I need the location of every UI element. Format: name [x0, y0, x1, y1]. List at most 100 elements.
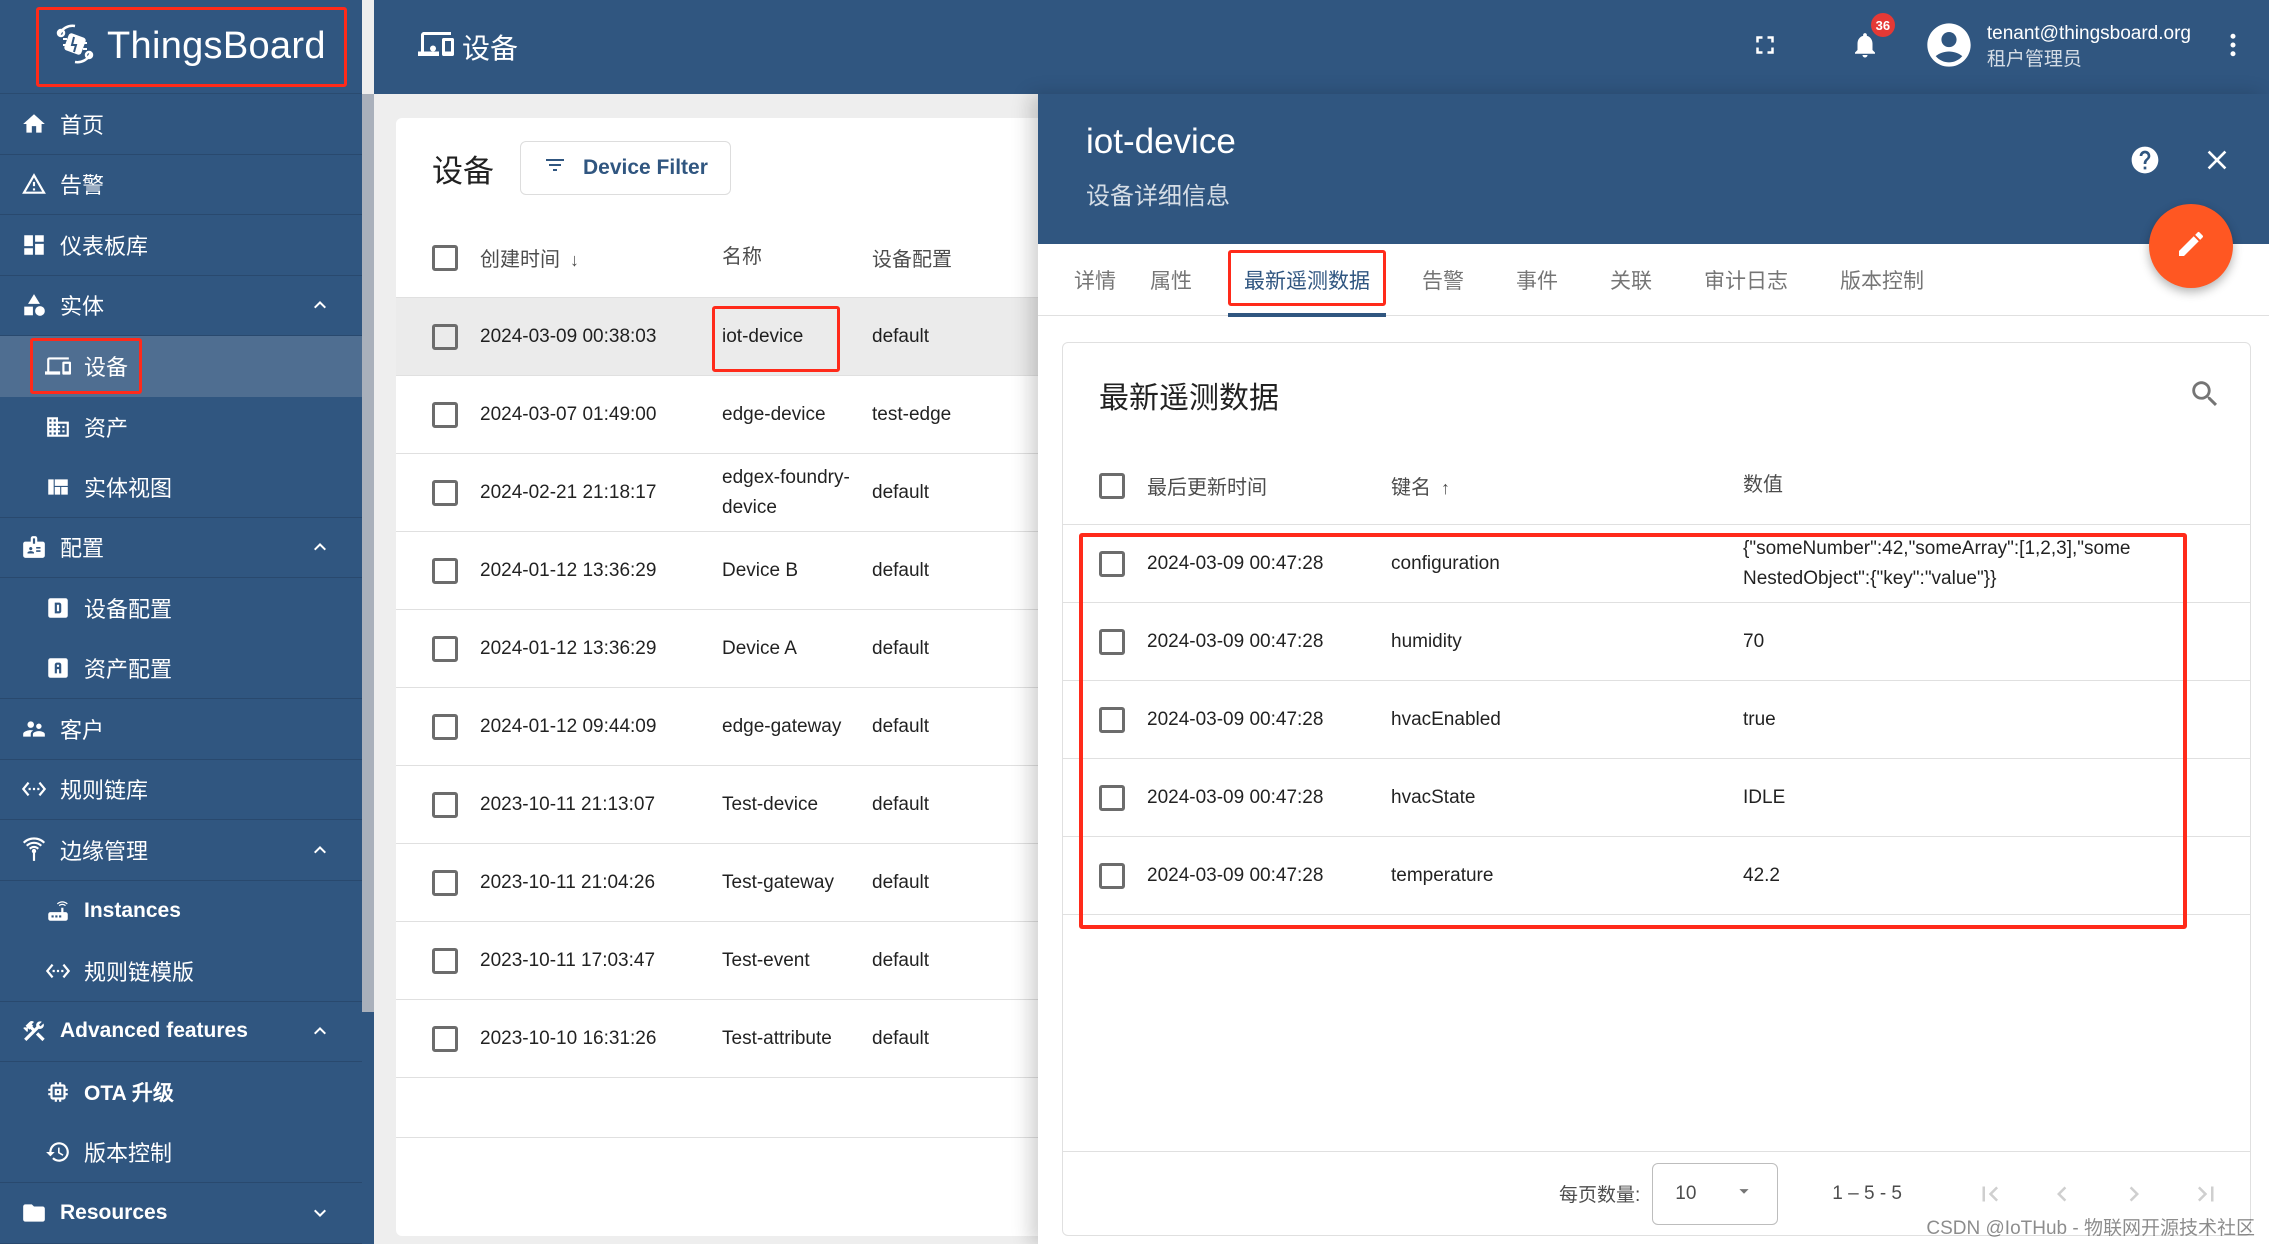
edit-button[interactable] — [2149, 204, 2233, 288]
row-checkbox[interactable] — [432, 791, 458, 818]
telemetry-row[interactable]: 2024-03-09 00:47:28 temperature 42.2 — [1063, 837, 2250, 915]
user-menu[interactable]: tenant@thingsboard.org 租户管理员 — [1923, 19, 2191, 76]
sidebar-item[interactable]: 资产 — [0, 397, 362, 458]
row-checkbox[interactable] — [1099, 784, 1125, 811]
row-checkbox[interactable] — [1099, 628, 1125, 655]
row-checkbox[interactable] — [432, 1025, 458, 1052]
logo[interactable]: ThingsBoard — [36, 6, 347, 87]
device-row[interactable]: 2024-01-12 13:36:29 Device A default — [396, 610, 1056, 688]
tab-3[interactable]: 告警 — [1422, 244, 1464, 316]
row-checkbox[interactable] — [432, 479, 458, 506]
row-checkbox[interactable] — [432, 557, 458, 584]
latest-telemetry-card: 最新遥测数据 最后更新时间 键名 ↑ 数值 2024-03-09 00:47:28… — [1062, 342, 2251, 1236]
column-header-profile[interactable]: 设备配置 — [872, 243, 1002, 272]
telemetry-row[interactable]: 2024-03-09 00:47:28 hvacState IDLE — [1063, 759, 2250, 837]
column-header-key-label: 键名 — [1391, 477, 1431, 499]
devices-icon — [418, 26, 454, 69]
sidebar-item[interactable]: 实体 — [0, 276, 362, 336]
device-row[interactable]: 2024-01-12 09:44:09 edge-gateway default — [396, 688, 1056, 766]
tab-1[interactable]: 属性 — [1150, 244, 1192, 316]
search-button[interactable] — [2188, 377, 2222, 416]
sidebar-item[interactable]: 规则链库 — [0, 760, 362, 820]
chevron-down-icon[interactable] — [308, 1201, 332, 1225]
sidebar-item[interactable]: 告警 — [0, 155, 362, 215]
sidebar-item[interactable]: 设备配置 — [0, 578, 362, 639]
chevron-up-icon[interactable] — [308, 535, 332, 559]
tab-label: 属性 — [1150, 269, 1192, 293]
telemetry-row[interactable]: 2024-03-09 00:47:28 hvacEnabled true — [1063, 681, 2250, 759]
close-button[interactable] — [2201, 144, 2233, 181]
tab-2[interactable]: 最新遥测数据 — [1228, 244, 1386, 317]
sidebar-item[interactable]: Instances — [0, 881, 362, 942]
chevron-up-icon[interactable] — [308, 838, 332, 862]
tab-5[interactable]: 关联 — [1610, 244, 1652, 316]
row-checkbox[interactable] — [1099, 550, 1125, 577]
previous-page-button[interactable] — [2038, 1170, 2086, 1218]
sidebar-item[interactable]: 仪表板库 — [0, 215, 362, 276]
row-checkbox[interactable] — [432, 869, 458, 896]
sidebar-item-label: 告警 — [60, 173, 105, 199]
help-button[interactable] — [2129, 144, 2161, 181]
device-row[interactable]: 2024-01-12 13:36:29 Device B default — [396, 532, 1056, 610]
arrow-up-icon: ↑ — [1441, 478, 1450, 498]
column-header-last-update[interactable]: 最后更新时间 — [1147, 471, 1391, 500]
device-row[interactable]: 2023-10-10 16:31:26 Test-attribute default — [396, 1000, 1056, 1078]
sidebar-item[interactable]: 实体视图 — [0, 457, 362, 518]
column-header-key[interactable]: 键名 ↑ — [1391, 471, 1743, 500]
telemetry-row[interactable]: 2024-03-09 00:47:28 humidity 70 — [1063, 603, 2250, 681]
device-row[interactable]: 2024-03-07 01:49:00 edge-device test-edge — [396, 376, 1056, 454]
sidebar-item[interactable]: 规则链模版 — [0, 941, 362, 1002]
telemetry-row[interactable]: 2024-03-09 00:47:28 configuration {"someNu… — [1063, 525, 2250, 603]
sidebar-scrollbar-thumb[interactable] — [362, 94, 374, 1012]
sidebar-item[interactable]: 首页 — [0, 94, 362, 155]
first-page-button[interactable] — [1966, 1170, 2014, 1218]
tab-label: 详情 — [1074, 269, 1116, 293]
sidebar-item[interactable]: Advanced features — [0, 1002, 362, 1062]
help-icon — [2131, 146, 2159, 174]
device-row[interactable]: 2023-10-11 17:03:47 Test-event default — [396, 922, 1056, 1000]
sidebar-item[interactable]: 边缘管理 — [0, 820, 362, 881]
tab-7[interactable]: 版本控制 — [1840, 244, 1924, 316]
column-header-created[interactable]: 创建时间 ↓ — [480, 243, 722, 272]
sidebar-item[interactable]: 配置 — [0, 518, 362, 578]
tab-label: 关联 — [1610, 269, 1652, 293]
sidebar-item[interactable]: 客户 — [0, 699, 362, 760]
tab-4[interactable]: 事件 — [1516, 244, 1558, 316]
sidebar-item[interactable]: Resources — [0, 1183, 362, 1244]
device-row[interactable]: 2024-02-21 21:18:17 edgex-foundry-device d… — [396, 454, 1056, 532]
chevron-up-icon[interactable] — [308, 293, 332, 317]
device-row[interactable]: 2024-03-09 00:38:03 iot-device default — [396, 298, 1056, 376]
select-all-checkbox[interactable] — [432, 244, 458, 271]
device-created-time: 2024-01-12 13:36:29 — [480, 559, 657, 581]
column-header-value[interactable]: 数值 — [1743, 470, 2143, 501]
row-checkbox[interactable] — [432, 635, 458, 662]
row-checkbox[interactable] — [1099, 706, 1125, 733]
chevron-up-icon[interactable] — [308, 1019, 332, 1043]
settings-ethernet-icon — [44, 957, 72, 985]
row-checkbox[interactable] — [432, 713, 458, 740]
row-checkbox[interactable] — [1099, 862, 1125, 889]
device-row[interactable]: 2023-10-11 21:04:26 Test-gateway default — [396, 844, 1056, 922]
page-size-select[interactable]: 10 — [1652, 1162, 1779, 1225]
sidebar-scrollbar[interactable] — [362, 94, 374, 1244]
notifications-button[interactable]: 36 — [1845, 13, 1895, 67]
sidebar-item[interactable]: OTA 升级 — [0, 1062, 362, 1123]
row-checkbox[interactable] — [432, 947, 458, 974]
details-tabs: 详情 属性 最新遥测数据 告警 事件 关联 审计日志 版本控制 — [1038, 244, 2269, 317]
sidebar-item[interactable]: 设备 — [0, 336, 362, 397]
row-checkbox[interactable] — [432, 401, 458, 428]
sidebar-item[interactable]: 版本控制 — [0, 1123, 362, 1183]
fullscreen-button[interactable] — [1745, 27, 1785, 67]
tab-6[interactable]: 审计日志 — [1704, 244, 1788, 316]
tab-label: 审计日志 — [1704, 269, 1788, 293]
device-filter-button[interactable]: Device Filter — [520, 141, 731, 195]
last-page-button[interactable] — [2182, 1170, 2230, 1218]
device-row[interactable]: 2023-10-11 21:13:07 Test-device default — [396, 766, 1056, 844]
more-options-button[interactable] — [2213, 27, 2253, 67]
column-header-name[interactable]: 名称 — [722, 242, 872, 273]
row-checkbox[interactable] — [432, 323, 458, 350]
select-all-telemetry-checkbox[interactable] — [1099, 472, 1125, 499]
tab-0[interactable]: 详情 — [1074, 244, 1116, 316]
next-page-button[interactable] — [2110, 1170, 2158, 1218]
sidebar-item[interactable]: 资产配置 — [0, 639, 362, 699]
